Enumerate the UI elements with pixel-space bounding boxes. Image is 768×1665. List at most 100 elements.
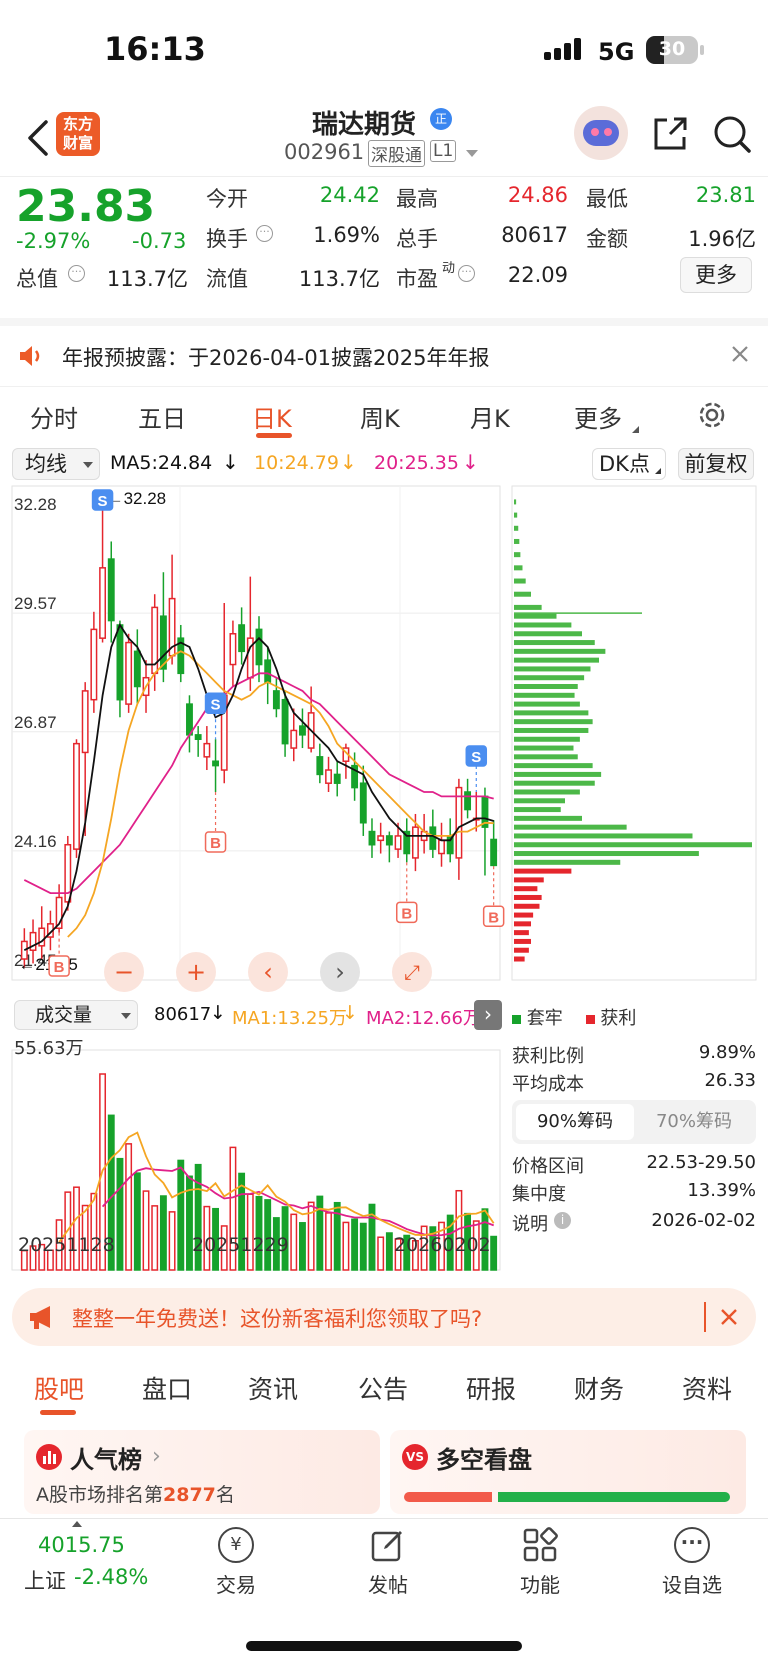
level-tag: L1 xyxy=(430,140,457,162)
nav-functions[interactable]: 功能 xyxy=(510,1527,570,1607)
nav-post[interactable]: 发帖 xyxy=(358,1527,418,1607)
notice-bar[interactable]: 年报预披露：于2026-04-01披露2025年年报 xyxy=(0,318,768,384)
nav-watchlist[interactable]: ··· 设自选 xyxy=(654,1527,730,1607)
chip-bar xyxy=(514,710,589,716)
chip-tab-70[interactable]: 70%筹码 xyxy=(636,1104,752,1140)
grid-icon xyxy=(522,1527,558,1563)
active-tab-underline xyxy=(256,433,292,438)
amount-value: 1.96亿 xyxy=(688,227,756,251)
stock-code: 002961 xyxy=(284,140,365,164)
share-icon[interactable] xyxy=(650,114,690,154)
candle xyxy=(194,734,202,741)
tab-daily-k[interactable]: 日K xyxy=(252,399,292,434)
turnover-value: 1.69% xyxy=(313,223,380,247)
tab-news[interactable]: 资讯 xyxy=(248,1370,298,1406)
candle xyxy=(229,633,237,666)
chip-bar xyxy=(514,930,529,936)
volume-bar xyxy=(151,1205,159,1271)
bull-bear-title: 多空看盘 xyxy=(436,1446,532,1474)
tab-intraday[interactable]: 分时 xyxy=(30,399,78,434)
active-tab-underline xyxy=(40,1410,76,1415)
more-button[interactable]: 更多 xyxy=(680,257,752,293)
signal-text: S xyxy=(211,696,221,713)
tab-research[interactable]: 研报 xyxy=(466,1370,516,1406)
chip-tab-90[interactable]: 90%筹码 xyxy=(516,1104,634,1140)
note-date: 2026-02-02 xyxy=(651,1210,756,1231)
tab-order-book[interactable]: 盘口 xyxy=(142,1370,192,1406)
tab-forum[interactable]: 股吧 xyxy=(34,1370,84,1406)
tab-monthly-k[interactable]: 月K xyxy=(470,399,510,434)
candle xyxy=(490,838,498,867)
chip-bar xyxy=(514,565,523,571)
candle xyxy=(272,690,280,710)
zoom-in-button[interactable]: + xyxy=(176,952,216,992)
tab-financials[interactable]: 财务 xyxy=(574,1370,624,1406)
info-icon[interactable]: ··· xyxy=(68,265,85,282)
volume-bar xyxy=(342,1221,350,1271)
candle xyxy=(73,742,80,850)
fullscreen-button[interactable]: ⤢ xyxy=(392,952,432,992)
chip-bar xyxy=(514,912,534,918)
candle xyxy=(116,624,124,701)
volume-bar xyxy=(299,1222,306,1271)
zoom-out-button[interactable]: − xyxy=(104,952,144,992)
adjust-button[interactable]: 前复权 xyxy=(678,448,754,480)
tab-profile[interactable]: 资料 xyxy=(682,1370,732,1406)
chevron-down-icon[interactable] xyxy=(466,150,478,157)
profit-legend: 获利 xyxy=(600,1008,637,1029)
scroll-right-button[interactable]: › xyxy=(320,952,360,992)
chip-bar xyxy=(514,824,627,830)
promo-banner[interactable]: 整整一年免费送！这份新客福利您领取了吗? xyxy=(12,1288,756,1346)
settings-icon[interactable] xyxy=(696,399,728,431)
app-logo: 东方 财富 xyxy=(56,112,100,156)
indicator-select[interactable]: 均线 xyxy=(12,448,100,480)
chip-tab-group: 90%筹码 70%筹码 xyxy=(512,1100,756,1144)
scroll-left-button[interactable]: ‹ xyxy=(248,952,288,992)
chip-bar xyxy=(514,622,572,628)
close-icon[interactable] xyxy=(730,344,750,364)
volume-indicator-select[interactable]: 成交量 xyxy=(14,1000,138,1030)
dk-point-button[interactable]: DK点 xyxy=(592,448,666,480)
chip-bar xyxy=(514,666,591,672)
price-range-value: 22.53-29.50 xyxy=(646,1152,756,1173)
tab-five-day[interactable]: 五日 xyxy=(138,399,186,434)
open-label: 今开 xyxy=(206,187,248,211)
collapse-arrow-button[interactable]: › xyxy=(474,1000,502,1030)
chip-bar xyxy=(514,525,519,531)
tab-announcements[interactable]: 公告 xyxy=(358,1370,408,1406)
chip-bar xyxy=(514,851,699,857)
info-icon[interactable]: ··· xyxy=(458,265,475,282)
chip-bar xyxy=(514,499,517,505)
chip-bar xyxy=(514,657,599,663)
info-icon[interactable]: ··· xyxy=(256,225,273,242)
close-icon[interactable] xyxy=(720,1308,738,1326)
chip-bar xyxy=(514,613,557,619)
candle xyxy=(255,628,263,666)
signal-text: B xyxy=(210,835,221,852)
index-ticker[interactable]: 4015.75 上证 -2.48% xyxy=(24,1519,164,1619)
date-label-end: 20260202 xyxy=(394,1234,491,1256)
search-icon[interactable] xyxy=(712,114,752,154)
signal-text: B xyxy=(54,959,65,976)
tab-weekly-k[interactable]: 周K xyxy=(360,399,400,434)
robot-avatar-icon[interactable] xyxy=(574,106,628,160)
volume-bar xyxy=(385,1232,393,1271)
candle xyxy=(368,830,376,846)
more-dots-icon: ··· xyxy=(674,1527,710,1563)
candle xyxy=(464,791,472,811)
back-icon[interactable] xyxy=(24,118,52,158)
chip-bar xyxy=(514,956,525,962)
vol-ma1-legend: MA1:13.25万 xyxy=(232,1008,347,1029)
candle xyxy=(394,835,402,850)
candle xyxy=(299,725,306,736)
pe-value: 22.09 xyxy=(507,263,568,287)
bull-bear-card[interactable]: VS 多空看盘 xyxy=(390,1430,746,1514)
nav-trade[interactable]: ¥ 交易 xyxy=(206,1527,266,1607)
chip-bar xyxy=(514,631,582,637)
ma20-legend: 20:25.35 xyxy=(374,452,459,474)
tab-more[interactable]: 更多 xyxy=(574,399,622,434)
chip-bar xyxy=(514,591,531,597)
info-icon[interactable]: i xyxy=(554,1212,571,1229)
volume-bar xyxy=(351,1218,359,1271)
popularity-card[interactable]: 人气榜 › A股市场排名第2877名 xyxy=(24,1430,380,1514)
